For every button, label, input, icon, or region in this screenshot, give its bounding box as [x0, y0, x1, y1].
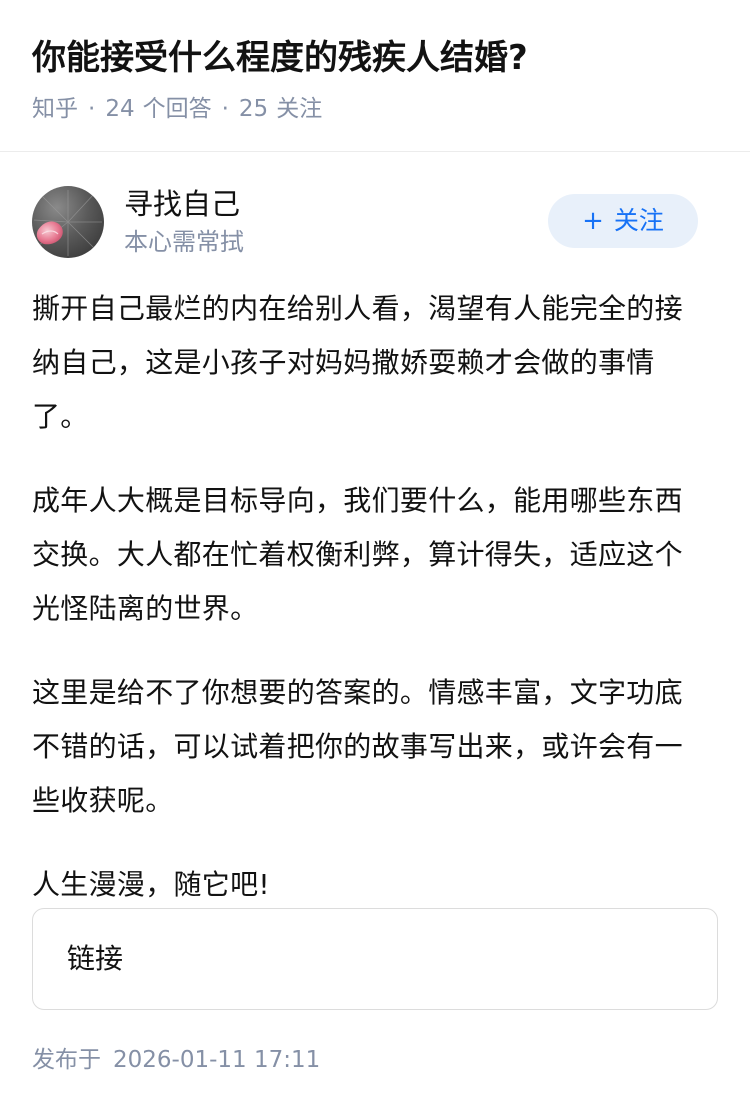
answer-paragraph: 这里是给不了你想要的答案的。情感丰富，文字功底不错的话，可以试着把你的故事写出来… — [32, 676, 683, 817]
follow-button[interactable]: + 关注 — [548, 194, 698, 248]
answer-paragraph: 成年人大概是目标导向，我们要什么，能用哪些东西交换。大人都在忙着权衡利弊，算计得… — [32, 484, 683, 625]
answer-count: 24 — [105, 96, 135, 122]
avatar[interactable] — [32, 186, 104, 258]
publish-info: 发布于 2026-01-11 17:11 — [32, 1043, 320, 1077]
answer-count-label: 个回答 — [142, 96, 212, 122]
follower-count: 25 — [238, 96, 269, 122]
author-row: 寻找自己 本心需常拭 + 关注 — [32, 184, 718, 260]
follow-button-label: 关注 — [613, 206, 664, 235]
answer-body: 撕开自己最烂的内在给别人看，渴望有人能完全的接纳自己，这是小孩子对妈妈撒娇耍赖才… — [32, 282, 704, 942]
answer-paragraph: 撕开自己最烂的内在给别人看，渴望有人能完全的接纳自己，这是小孩子对妈妈撒娇耍赖才… — [32, 292, 683, 433]
author-bio: 本心需常拭 — [124, 228, 244, 256]
answer-paragraph: 人生漫漫，随它吧! — [32, 868, 270, 901]
avatar-lotus-image — [33, 190, 102, 256]
plus-icon: + — [582, 206, 604, 236]
question-meta: 知乎 · 24 个回答 · 25 关注 — [32, 92, 322, 126]
follower-count-label: 关注 — [276, 96, 323, 122]
question-header: 你能接受什么程度的残疾人结婚? 知乎 · 24 个回答 · 25 关注 — [0, 0, 750, 152]
link-card-label: 链接 — [67, 942, 124, 975]
meta-separator: · — [88, 96, 96, 122]
publish-time: 2026-01-11 17:11 — [113, 1047, 321, 1073]
link-card[interactable]: 链接 — [32, 908, 718, 1010]
source-label[interactable]: 知乎 — [32, 96, 78, 122]
author-name[interactable]: 寻找自己 — [124, 184, 240, 224]
publish-label: 发布于 — [32, 1047, 101, 1073]
question-title[interactable]: 你能接受什么程度的残疾人结婚? — [32, 34, 528, 82]
meta-separator: · — [221, 96, 229, 122]
